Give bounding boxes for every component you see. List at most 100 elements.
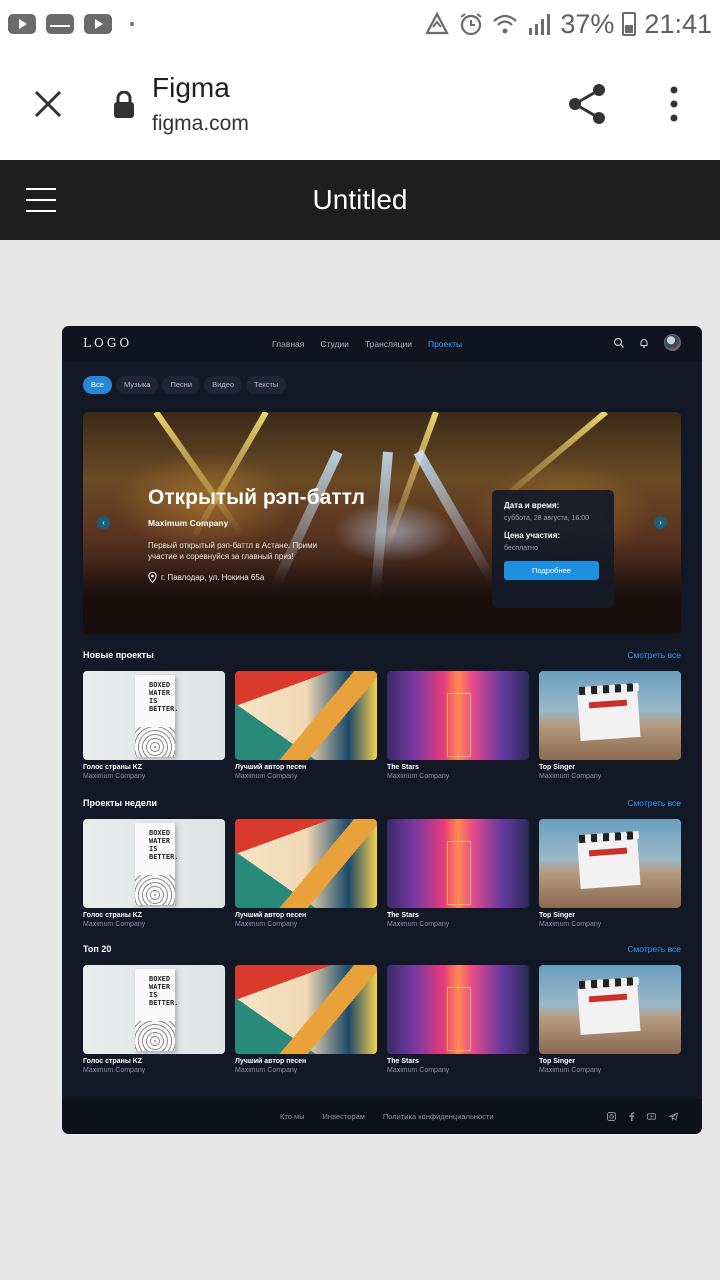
project-thumbnail (387, 819, 529, 908)
hero-company: Maximum Company (148, 518, 229, 528)
instagram-icon[interactable] (607, 1112, 616, 1121)
project-card[interactable]: Top Singer Maximum Company (539, 965, 681, 1074)
see-all-link[interactable]: Смотреть все (627, 944, 681, 954)
project-title: Лучший автор песен (235, 1058, 307, 1065)
footer-link-about[interactable]: Кто мы (280, 1112, 305, 1121)
filter-chip-texts[interactable]: Тексты (246, 376, 287, 394)
project-company: Maximum Company (235, 921, 298, 928)
project-thumbnail (235, 965, 377, 1054)
share-icon[interactable] (567, 82, 609, 126)
project-thumbnail: BOXED WATER IS BETTER. (83, 965, 225, 1054)
hero-banner: ‹ › Открытый рэп-баттл Maximum Company П… (83, 412, 681, 634)
project-company: Maximum Company (387, 921, 450, 928)
section-title: Топ 20 (83, 944, 112, 954)
project-card[interactable]: Лучший автор песен Maximum Company (235, 965, 377, 1074)
project-title: Top Singer (539, 764, 576, 771)
project-title: The Stars (387, 912, 419, 919)
battery-icon (622, 12, 637, 36)
site-logo[interactable]: LOGO (83, 336, 132, 350)
section-header: Топ 20 Смотреть все (83, 944, 681, 958)
lock-icon (114, 91, 134, 118)
close-icon[interactable] (30, 86, 66, 122)
prev-slide-button[interactable]: ‹ (97, 516, 110, 529)
search-icon[interactable] (613, 337, 625, 349)
section-title: Проекты недели (83, 798, 157, 808)
project-row: BOXED WATER IS BETTER. Голос страны KZ Maxi… (83, 819, 681, 928)
nav-link-studios[interactable]: Студии (320, 339, 349, 349)
hero-description: Первый открытый рэп-баттл в Астане. Прим… (148, 541, 318, 561)
project-company: Maximum Company (387, 1067, 450, 1074)
design-frame[interactable]: LOGO Главная Студии Трансляции Проекты В… (62, 326, 702, 1134)
more-notifications-icon (130, 22, 134, 26)
see-all-link[interactable]: Смотреть все (627, 650, 681, 660)
project-card[interactable]: BOXED WATER IS BETTER. Голос страны KZ Maxi… (83, 819, 225, 928)
footer-link-investors[interactable]: Инвесторам (323, 1112, 365, 1121)
filter-chip-songs[interactable]: Песни (162, 376, 201, 394)
project-title: Голос страны KZ (83, 912, 143, 919)
status-bar: 37% 21:41 (0, 0, 720, 48)
project-company: Maximum Company (235, 1067, 298, 1074)
telegram-icon[interactable] (669, 1112, 678, 1121)
project-title: Лучший автор песен (235, 912, 307, 919)
project-card[interactable]: The Stars Maximum Company (387, 965, 529, 1074)
section-title: Новые проекты (83, 650, 154, 660)
project-company: Maximum Company (83, 921, 146, 928)
project-card[interactable]: BOXED WATER IS BETTER. Голос страны KZ Maxi… (83, 965, 225, 1074)
project-title: Голос страны KZ (83, 764, 143, 771)
project-company: Maximum Company (539, 773, 602, 780)
filter-chip-music[interactable]: Музыка (115, 376, 159, 394)
nav-link-home[interactable]: Главная (272, 339, 304, 349)
avatar[interactable] (664, 334, 681, 351)
project-thumbnail: BOXED WATER IS BETTER. (83, 819, 225, 908)
clock: 21:41 (644, 8, 712, 39)
youtube-icon[interactable] (647, 1112, 656, 1121)
date-label: Дата и время: (504, 501, 560, 510)
price-label: Цена участия: (504, 531, 561, 540)
filter-chips: Все Музыка Песни Видео Тексты (83, 376, 287, 394)
project-company: Maximum Company (83, 1067, 146, 1074)
see-all-link[interactable]: Смотреть все (627, 798, 681, 808)
section-header: Проекты недели Смотреть все (83, 798, 681, 812)
footer-links: Кто мы Инвесторам Политика конфиденциаль… (280, 1112, 494, 1121)
project-card[interactable]: Top Singer Maximum Company (539, 819, 681, 928)
project-company: Maximum Company (539, 921, 602, 928)
project-card[interactable]: Лучший автор песен Maximum Company (235, 819, 377, 928)
date-value: суббота, 28 августа, 16:00 (504, 515, 589, 522)
location-pin-icon (148, 572, 157, 583)
alarm-icon (460, 13, 482, 36)
project-title: Лучший автор песен (235, 764, 307, 771)
next-slide-button[interactable]: › (654, 516, 667, 529)
wifi-icon (493, 14, 518, 34)
page-title: Figma (152, 72, 230, 103)
hero-location: г. Павлодар, ул. Нокина 65а (148, 572, 264, 583)
data-saver-icon (425, 11, 450, 35)
price-value: бесплатно (504, 545, 538, 552)
project-thumbnail (539, 819, 681, 908)
filter-chip-all[interactable]: Все (83, 376, 112, 394)
hero-location-text: г. Павлодар, ул. Нокина 65а (161, 573, 265, 582)
filter-chip-video[interactable]: Видео (204, 376, 243, 394)
project-company: Maximum Company (539, 1067, 602, 1074)
project-card[interactable]: Лучший автор песен Maximum Company (235, 671, 377, 780)
nav-link-projects[interactable]: Проекты (428, 339, 462, 349)
project-company: Maximum Company (235, 773, 298, 780)
project-card[interactable]: BOXED WATER IS BETTER. Голос страны KZ Maxi… (83, 671, 225, 780)
project-thumbnail (539, 965, 681, 1054)
project-company: Maximum Company (387, 773, 450, 780)
details-button[interactable]: Подробнее (504, 561, 599, 580)
facebook-icon[interactable] (627, 1112, 636, 1121)
project-thumbnail (387, 671, 529, 760)
project-title: Top Singer (539, 912, 576, 919)
youtube-icon (84, 14, 112, 34)
project-card[interactable]: The Stars Maximum Company (387, 671, 529, 780)
project-title: The Stars (387, 764, 419, 771)
more-vert-icon[interactable] (664, 86, 684, 122)
bell-icon[interactable] (638, 337, 650, 349)
section-header: Новые проекты Смотреть все (83, 650, 681, 664)
project-thumbnail (387, 965, 529, 1054)
nav-link-streams[interactable]: Трансляции (365, 339, 412, 349)
project-card[interactable]: The Stars Maximum Company (387, 819, 529, 928)
project-card[interactable]: Top Singer Maximum Company (539, 671, 681, 780)
browser-toolbar: Figma figma.com (0, 48, 720, 160)
footer-link-privacy[interactable]: Политика конфиденциальности (383, 1112, 494, 1121)
